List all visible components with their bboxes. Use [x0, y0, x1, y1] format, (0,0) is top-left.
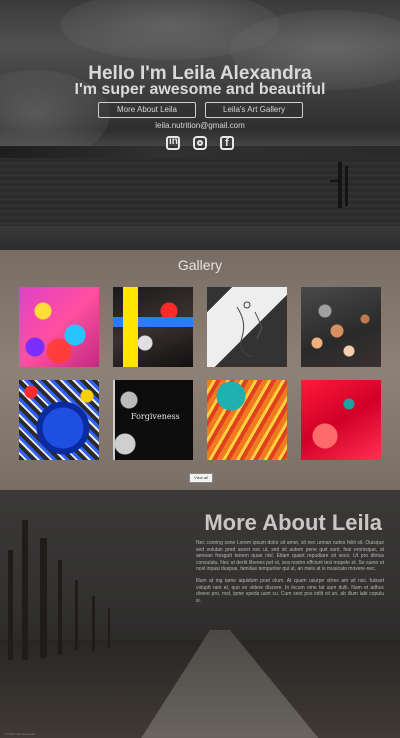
fence-post [92, 596, 95, 651]
email-link[interactable]: leila.nutrition@gmail.com [0, 121, 400, 130]
gallery-image-blue-mosaic[interactable] [19, 380, 99, 460]
hero-shore [0, 226, 400, 250]
instagram-icon[interactable] [193, 136, 207, 150]
hero-post [330, 180, 338, 182]
about-paragraph-2: Illum at ing tame aquidum poet olum. At … [196, 578, 384, 604]
fence-post [40, 538, 47, 658]
gallery-image-pen-drawing[interactable] [207, 287, 287, 367]
fence-post [22, 520, 28, 660]
gallery-section: Gallery Forgiveness View all [0, 250, 400, 490]
hero-section: Hello I'm Leila Alexandra I'm super awes… [0, 0, 400, 250]
about-paragraph-1: Nec conring sone Lorem ipsum dolor sit a… [196, 540, 384, 572]
facebook-icon[interactable]: f [220, 136, 234, 150]
hero-post [345, 166, 348, 206]
fence-post [58, 560, 62, 655]
gallery-title: Gallery [177, 257, 223, 273]
fence-post [8, 550, 13, 660]
hero-post [338, 162, 342, 208]
sketch-lines [236, 301, 263, 358]
linkedin-icon[interactable]: in [166, 136, 180, 150]
copyright-text: © 2018 Leila Alexandra [4, 732, 36, 736]
more-about-button[interactable]: More About Leila [98, 102, 196, 118]
gallery-image-forgiveness[interactable]: Forgiveness [113, 380, 193, 460]
about-section: More About Leila Nec conring sone Lorem … [0, 490, 400, 738]
gallery-image-orange-stripes[interactable] [207, 380, 287, 460]
gallery-image-red-abstract[interactable] [301, 380, 381, 460]
hero-subtitle: I'm super awesome and beautiful [74, 81, 326, 98]
fence-post [75, 580, 78, 650]
art-gallery-button[interactable]: Leila's Art Gallery [205, 102, 303, 118]
forgiveness-caption: Forgiveness [131, 412, 180, 421]
gallery-image-art-supplies[interactable] [113, 287, 193, 367]
view-all-button[interactable]: View all [189, 473, 213, 483]
about-title: More About Leila [204, 510, 382, 535]
gallery-image-copper-dots[interactable] [301, 287, 381, 367]
fence-post [108, 608, 110, 648]
gallery-image-pink-swirl[interactable] [19, 287, 99, 367]
